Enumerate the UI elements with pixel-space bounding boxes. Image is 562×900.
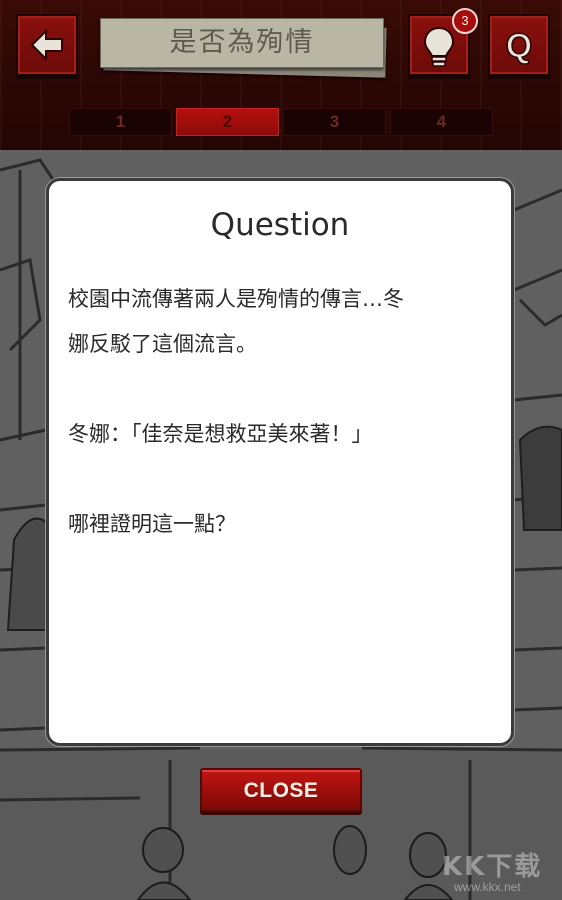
question-tabs: 1 2 3 4 — [69, 108, 493, 136]
tab-4[interactable]: 4 — [390, 108, 493, 136]
question-dialog: Question 校園中流傳著兩人是殉情的傳言…冬 娜反駁了這個流言。 冬娜：「… — [46, 178, 514, 746]
stage-title-card: 是否為殉情 — [100, 18, 387, 78]
svg-text:Q: Q — [506, 27, 532, 65]
q-icon: Q — [505, 26, 533, 66]
tab-1[interactable]: 1 — [69, 108, 172, 136]
question-button[interactable]: Q — [488, 14, 550, 76]
tab-3[interactable]: 3 — [283, 108, 386, 136]
watermark-brand: KK下载 — [442, 852, 543, 882]
tab-2[interactable]: 2 — [176, 108, 279, 136]
watermark-logo: KK下载 www.kkx.net — [438, 846, 558, 896]
dialog-body: 校園中流傳著兩人是殉情的傳言…冬 娜反駁了這個流言。 冬娜：「佳奈是想救亞美來著… — [68, 277, 488, 547]
hint-count-badge: 3 — [452, 8, 478, 34]
stage-title: 是否為殉情 — [169, 27, 315, 58]
watermark-url: www.kkx.net — [454, 880, 521, 894]
close-button[interactable]: CLOSE — [200, 768, 362, 812]
top-bar: 是否為殉情 3 Q 1 2 3 4 — [0, 0, 562, 150]
question-line-2: 娜反駁了這個流言。 — [68, 332, 257, 356]
question-line-1: 校園中流傳著兩人是殉情的傳言…冬 — [68, 287, 404, 311]
question-line-3: 冬娜：「佳奈是想救亞美來著！」 — [68, 422, 373, 446]
question-line-4: 哪裡證明這一點？ — [68, 512, 236, 536]
dialog-title: Question — [210, 207, 350, 243]
paper-front: 是否為殉情 — [100, 18, 384, 68]
back-button[interactable] — [16, 14, 78, 76]
arrow-left-icon — [30, 28, 63, 62]
